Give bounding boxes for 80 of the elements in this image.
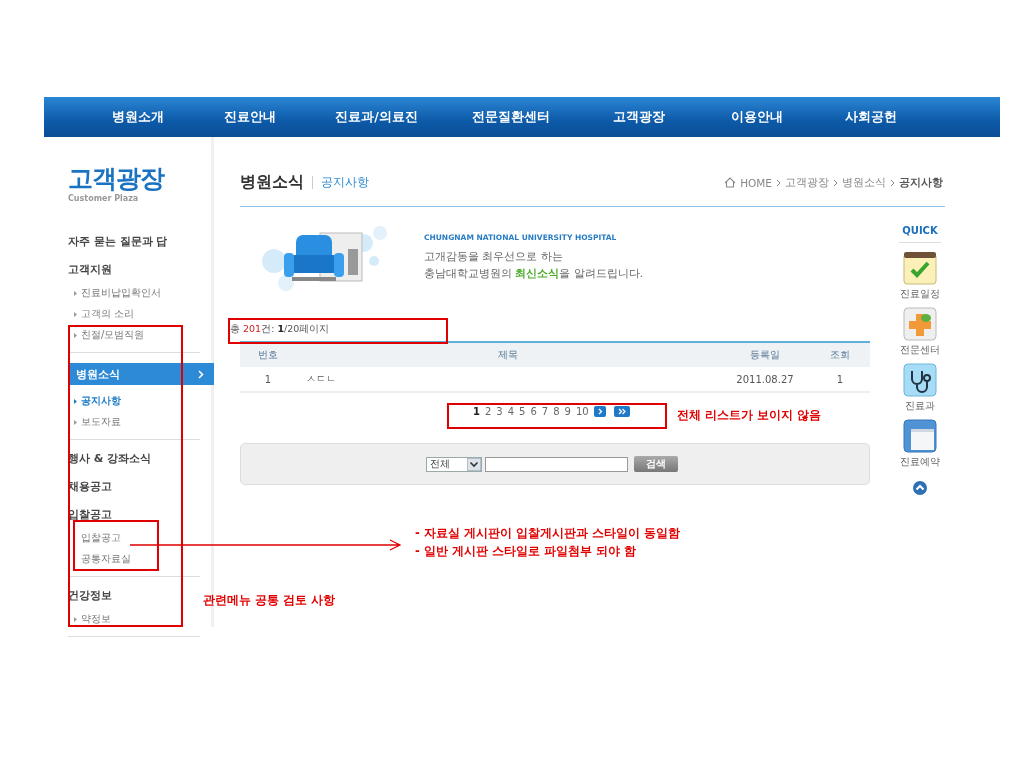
bullet-icon [74,616,77,622]
nav-link[interactable]: 이용안내 [730,108,783,126]
page-link[interactable]: 1 [473,405,480,417]
sidebar-subitem[interactable]: 입찰공고 [74,531,121,545]
section-subtitle: Customer Plaza [68,194,140,203]
caret-icon [467,457,481,471]
chevron-icon [198,369,204,379]
column-header: 조회 [829,348,851,362]
sidebar-subitem[interactable]: 진료비납입확인서 [74,286,161,300]
bullet-icon [74,419,77,425]
section-title: 고객광장 [68,164,166,194]
page-title: 병원소식 [240,172,304,193]
table-cell-text: 2011.08.27 [735,373,795,385]
quick-link[interactable]: 진료과 [903,363,937,413]
chevron-icon [833,178,838,187]
nav-link[interactable]: 진료과/의료진 [335,108,418,126]
table-cell[interactable]: ㅅㄷㄴ [296,372,720,386]
bullet-icon [74,332,77,338]
banner-text: 충남대학교병원의 최신소식을 알려드립니다. [424,265,644,281]
breadcrumb-link[interactable]: 병원소식 [842,175,886,190]
last-page-icon[interactable] [613,405,630,417]
breadcrumb-link[interactable]: HOME [740,176,772,189]
annotation-note: 전체 리스트가 보이지 않음 [677,407,821,424]
quick-title: QUICK [899,225,941,243]
table-cell-text: 1 [835,373,845,385]
result-count: 총 201건: 1/20페이지 [230,322,330,336]
page-link[interactable]: 2 [484,405,492,417]
sidebar-item[interactable]: 자주 묻는 질문과 답 [68,227,211,255]
page-subtitle: 공지사항 [321,174,369,191]
notepad-check-icon [903,251,937,285]
sidebar-item[interactable]: 행사 & 강좌소식 [68,444,211,472]
window-icon [903,419,937,453]
annotation-note: - 일반 게시판 스타일로 파일첨부 되야 함 [415,543,637,560]
page-link[interactable]: 8 [553,405,560,417]
breadcrumb-link[interactable]: 고객광장 [785,175,829,190]
nav-link[interactable]: 전문질환센터 [472,108,550,126]
scroll-top-icon[interactable] [913,481,927,495]
chevron-icon [890,178,895,187]
sidebar-subitem[interactable]: 공통자료실 [74,552,131,566]
page-link[interactable]: 10 [575,405,589,417]
page-link[interactable]: 3 [496,405,503,417]
quick-link[interactable]: 진료예약 [900,419,940,469]
chevron-icon [776,178,781,187]
quick-link[interactable]: 전문센터 [900,307,940,357]
nav-link[interactable]: 진료안내 [224,108,276,126]
sidebar-item[interactable]: 병원소식 [68,363,214,385]
sidebar-subitem[interactable]: 공지사항 [74,394,121,408]
sidebar-subitem[interactable]: 고객의 소리 [74,307,135,321]
annotation-note: - 자료실 게시판이 입찰게시판과 스타일이 동일함 [415,525,680,542]
banner-text: 고개감동을 최우선으로 하는 [424,248,564,264]
page-link[interactable]: 5 [519,405,526,417]
sidebar-item[interactable]: 입찰공고 [68,500,211,528]
bullet-icon [74,290,77,296]
bullet-icon [74,311,77,317]
page-link[interactable]: 6 [530,405,537,417]
sidebar-subitem[interactable]: 보도자료 [74,415,121,429]
nav-link[interactable]: 고객광장 [612,108,665,126]
bullet-icon [74,398,77,404]
quick-link[interactable]: 진료일정 [900,251,940,301]
stethoscope-icon [903,363,937,397]
nav-link[interactable]: 사회공헌 [844,108,897,126]
column-header: 제목 [497,348,519,362]
page-link[interactable]: 4 [507,405,515,417]
nav-link[interactable]: 병원소개 [111,108,164,126]
breadcrumb-link[interactable]: 공지사항 [899,175,943,190]
sidebar-item[interactable]: 채용공고 [68,472,211,500]
annotation-note: 관련메뉴 공통 검토 사항 [203,592,335,609]
scope-dropdown[interactable]: 전체 [426,456,482,472]
plus-cross-icon [903,307,937,341]
page-link[interactable]: 9 [564,405,571,417]
sidebar-subitem[interactable]: 친절/모범직원 [74,328,145,342]
column-header: 등록일 [749,348,781,362]
table-cell-text: 1 [263,373,273,385]
sidebar-item[interactable]: 고객지원 [68,255,211,283]
home-icon [724,177,737,188]
search-field[interactable] [485,456,628,472]
page-link[interactable]: 7 [541,405,549,417]
sidebar-subitem[interactable]: 약정보 [74,612,111,626]
next-page-icon[interactable] [593,405,606,417]
column-header: 번호 [257,348,279,362]
